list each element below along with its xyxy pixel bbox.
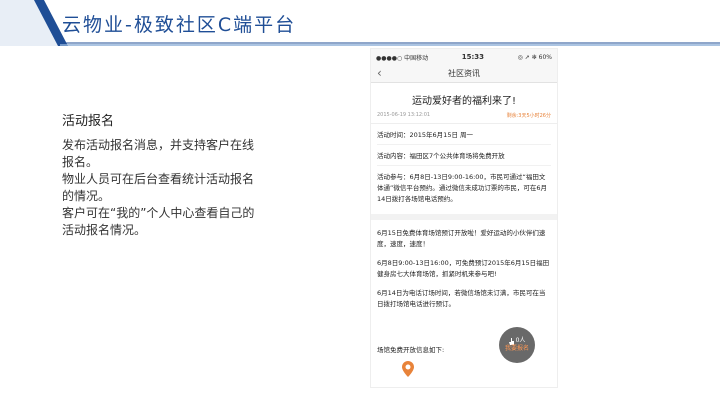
info-row: 活动内容：福田区7个公共体育场将免费开放: [377, 151, 551, 166]
nav-title: 社区资讯: [448, 69, 480, 78]
body-paragraph: 6月14日为电话订场时间，若微信场馆未订满，市民可在当日拨打场馆电话进行预订。: [377, 289, 546, 308]
feature-line: 客户可在“我的”个人中心查看自己的活动报名情况。: [62, 206, 255, 237]
nav-bar: ‹ 社区资讯: [371, 65, 557, 83]
map-marker-icon: [402, 361, 414, 377]
slide-title: 云物业-极致社区C端平台: [62, 14, 297, 36]
phone-screenshot: ●●●●○ 中国移动 15:33 ◎ ➚ ✻ 60% ‹ 社区资讯 运动爱好者的…: [370, 48, 558, 388]
venue-title: 场馆免费开放信息如下:: [377, 346, 445, 354]
article-date: 2015-06-19 13:12:01: [377, 112, 431, 118]
signup-count-text: 0人: [515, 337, 526, 344]
feature-description: 发布活动报名消息，并支持客户在线报名。 物业人员可在后台查看统计活动报名的情况。…: [62, 137, 262, 239]
article-meta: 2015-06-19 13:12:01 剩余:3天5小时26分: [371, 112, 557, 119]
signup-float-button[interactable]: 0人 我要报名: [499, 327, 535, 363]
article-body: 6月15日免费体育场馆预订开放啦！爱好运动的小伙伴们速度，速度，速度！ 6月8日…: [371, 220, 557, 310]
carrier-label: ●●●●○ 中国移动: [376, 54, 429, 62]
status-time: 15:33: [461, 53, 485, 61]
activity-info: 活动时间：2015年6月15日 周一 活动内容：福田区7个公共体育场将免费开放 …: [371, 124, 557, 208]
signup-count: 0人: [508, 337, 526, 345]
article-title: 运动爱好者的福利来了!: [411, 96, 516, 107]
info-row: 活动参与：6月8日-13日9:00-16:00，市民可通过“福田文体通”微信平台…: [377, 173, 548, 203]
info-row: 活动时间：2015年6月15日 周一: [377, 130, 551, 145]
signup-label: 我要报名: [504, 345, 529, 352]
remaining-time: 剩余:3天5小时26分: [506, 113, 551, 119]
back-arrow-icon[interactable]: ‹: [377, 66, 382, 80]
battery-indicator: ◎ ➚ ✻ 60%: [517, 53, 552, 61]
body-paragraph: 6月15日免费体育场馆预订开放啦！爱好运动的小伙伴们速度，速度，速度！: [377, 229, 546, 248]
feature-line: 发布活动报名消息，并支持客户在线报名。: [62, 138, 255, 169]
slide-header: 云物业-极致社区C端平台: [0, 0, 720, 46]
status-bar: ●●●●○ 中国移动 15:33 ◎ ➚ ✻ 60%: [371, 49, 557, 65]
body-paragraph: 6月8日9:00-13日16:00，可免费预订2015年6月15日福田健身房七大…: [377, 259, 550, 278]
feature-heading: 活动报名: [62, 114, 115, 129]
feature-line: 物业人员可在后台查看统计活动报名的情况。: [62, 172, 255, 203]
hand-icon: [508, 337, 514, 345]
